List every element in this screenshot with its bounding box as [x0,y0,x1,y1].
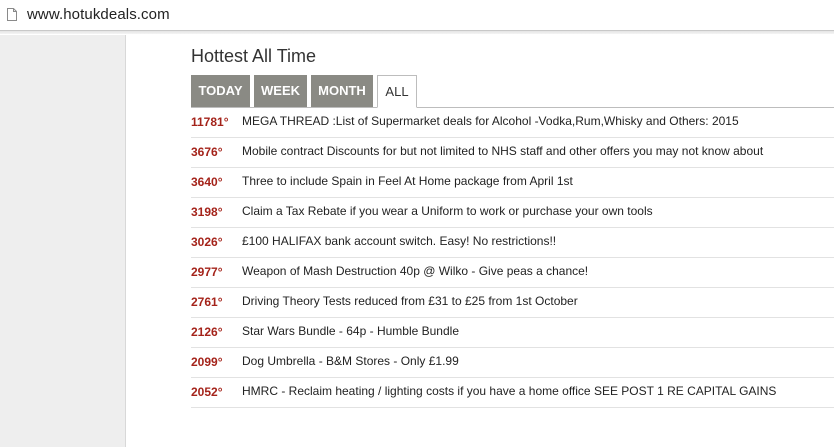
deal-row: 3026° £100 HALIFAX bank account switch. … [191,228,834,258]
tab-today[interactable]: TODAY [191,75,250,107]
deal-row: 2977° Weapon of Mash Destruction 40p @ W… [191,258,834,288]
deal-temperature: 2761° [191,295,223,309]
deal-title-link[interactable]: Driving Theory Tests reduced from £31 to… [242,294,578,308]
section-title: Hottest All Time [191,46,317,66]
deal-temperature: 2126° [191,325,223,339]
url-text[interactable]: www.hotukdeals.com [27,6,170,23]
deal-title-link[interactable]: Mobile contract Discounts for but not li… [242,144,763,158]
deal-row: 2761° Driving Theory Tests reduced from … [191,288,834,318]
period-tabs: TODAY WEEK MONTH ALL [191,75,834,108]
deal-title-link[interactable]: MEGA THREAD :List of Supermarket deals f… [242,114,739,128]
deal-temperature: 2052° [191,385,223,399]
deal-temperature: 2977° [191,265,223,279]
deal-title-link[interactable]: Three to include Spain in Feel At Home p… [242,174,573,188]
deal-temperature: 3640° [191,175,223,189]
deal-title-link[interactable]: Star Wars Bundle - 64p - Humble Bundle [242,324,459,338]
deal-title-link[interactable]: £100 HALIFAX bank account switch. Easy! … [242,234,556,248]
deal-row: 2099° Dog Umbrella - B&M Stores - Only £… [191,348,834,378]
tab-all[interactable]: ALL [377,75,417,108]
deal-temperature: 2099° [191,355,223,369]
deal-list: 11781° MEGA THREAD :List of Supermarket … [191,108,834,408]
deal-temperature: 3676° [191,145,223,159]
address-bar[interactable]: www.hotukdeals.com [0,0,834,34]
deal-row: 2052° HMRC - Reclaim heating / lighting … [191,378,834,408]
deal-title-link[interactable]: Dog Umbrella - B&M Stores - Only £1.99 [242,354,459,368]
page-icon [7,8,17,21]
deal-row: 3640° Three to include Spain in Feel At … [191,168,834,198]
deal-row: 11781° MEGA THREAD :List of Supermarket … [191,108,834,138]
deal-temperature: 11781° [191,115,229,129]
deal-title-link[interactable]: Weapon of Mash Destruction 40p @ Wilko -… [242,264,588,278]
deal-row: 3198° Claim a Tax Rebate if you wear a U… [191,198,834,228]
deal-row: 3676° Mobile contract Discounts for but … [191,138,834,168]
left-panel [0,35,126,447]
deal-temperature: 3198° [191,205,223,219]
tab-week[interactable]: WEEK [254,75,307,107]
deal-title-link[interactable]: HMRC - Reclaim heating / lighting costs … [242,384,776,398]
deal-row: 2126° Star Wars Bundle - 64p - Humble Bu… [191,318,834,348]
deal-title-link[interactable]: Claim a Tax Rebate if you wear a Uniform… [242,204,653,218]
deal-temperature: 3026° [191,235,223,249]
tab-month[interactable]: MONTH [311,75,373,107]
